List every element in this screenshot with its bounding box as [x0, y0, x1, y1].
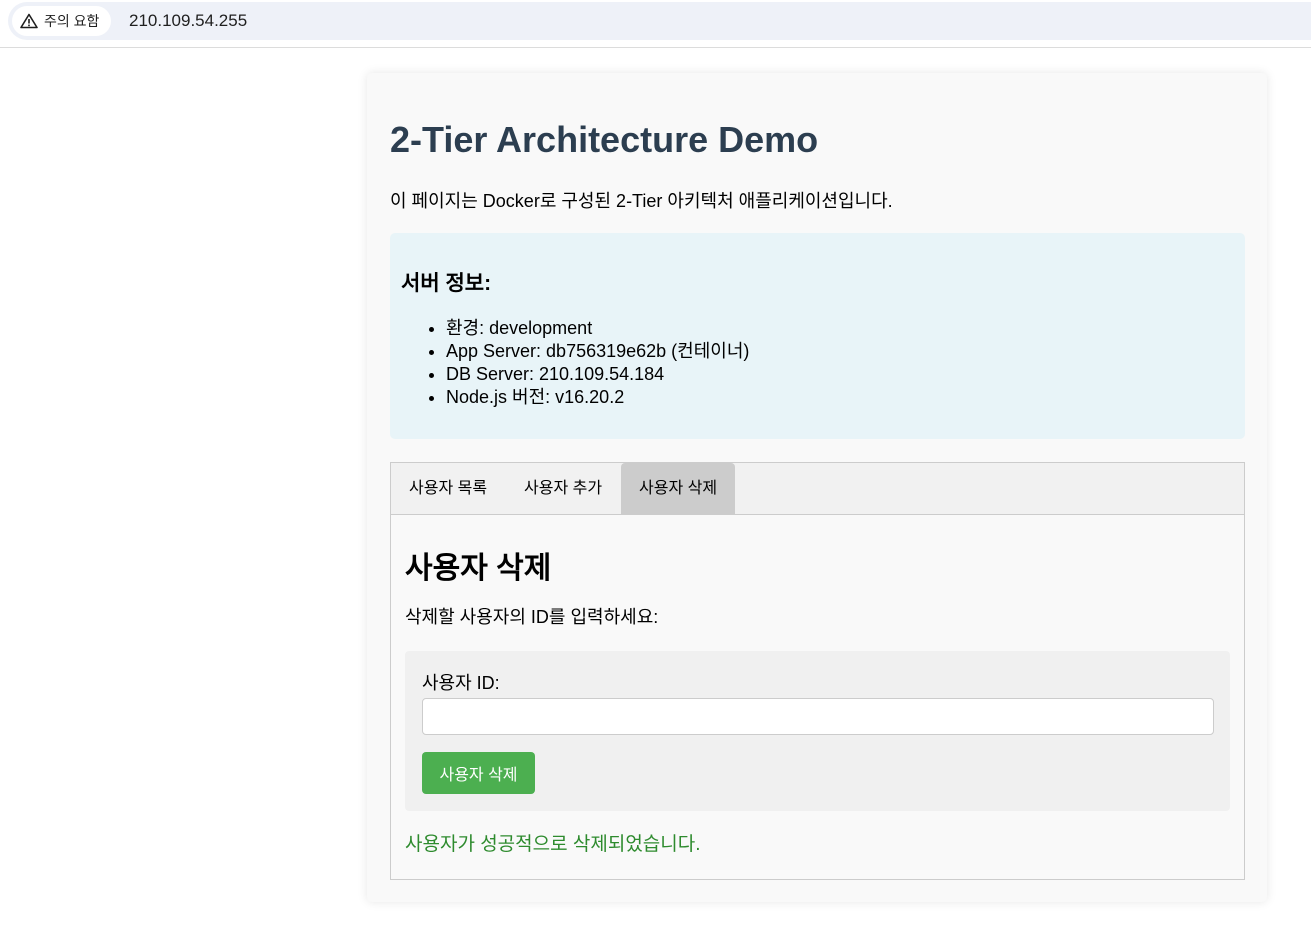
server-info-node-version: Node.js 버전: v16.20.2 [446, 386, 749, 409]
server-info-heading: 서버 정보: [401, 272, 492, 295]
delete-panel-title: 사용자 삭제 [405, 552, 552, 585]
server-info-environment: 환경: development [446, 317, 749, 340]
page-container: 2-Tier Architecture Demo 이 페이지는 Docker로 … [367, 73, 1267, 902]
security-label: 주의 요함 [44, 13, 100, 29]
tab-user-list[interactable]: 사용자 목록 [391, 463, 505, 514]
delete-user-form: 사용자 ID: 사용자 삭제 [405, 651, 1230, 811]
page-title: 2-Tier Architecture Demo [390, 119, 819, 160]
warning-icon [20, 13, 38, 29]
delete-user-button[interactable]: 사용자 삭제 [422, 752, 535, 794]
tab-user-add[interactable]: 사용자 추가 [506, 463, 620, 514]
user-id-input[interactable] [422, 698, 1214, 735]
server-info-box: 서버 정보: 환경: development App Server: db756… [390, 233, 1245, 439]
success-message: 사용자가 성공적으로 삭제되었습니다. [405, 834, 701, 855]
user-id-label: 사용자 ID: [422, 673, 500, 693]
browser-address-bar: 주의 요함 210.109.54.255 [0, 0, 1311, 48]
tabs-box: 사용자 목록 사용자 추가 사용자 삭제 사용자 삭제 삭제할 사용자의 ID를… [390, 462, 1245, 880]
security-indicator[interactable]: 주의 요함 [12, 6, 112, 36]
tab-user-delete[interactable]: 사용자 삭제 [621, 463, 736, 514]
server-info-db-server: DB Server: 210.109.54.184 [446, 363, 749, 386]
server-info-list: 환경: development App Server: db756319e62b… [446, 317, 749, 409]
url-text[interactable]: 210.109.54.255 [129, 11, 247, 31]
omnibox[interactable]: 주의 요함 210.109.54.255 [8, 2, 1311, 40]
server-info-app-server: App Server: db756319e62b (컨테이너) [446, 340, 749, 363]
intro-text: 이 페이지는 Docker로 구성된 2-Tier 아키텍처 애플리케이션입니다… [390, 191, 893, 211]
delete-panel-description: 삭제할 사용자의 ID를 입력하세요: [405, 607, 659, 627]
tab-bar: 사용자 목록 사용자 추가 사용자 삭제 [391, 463, 1244, 515]
